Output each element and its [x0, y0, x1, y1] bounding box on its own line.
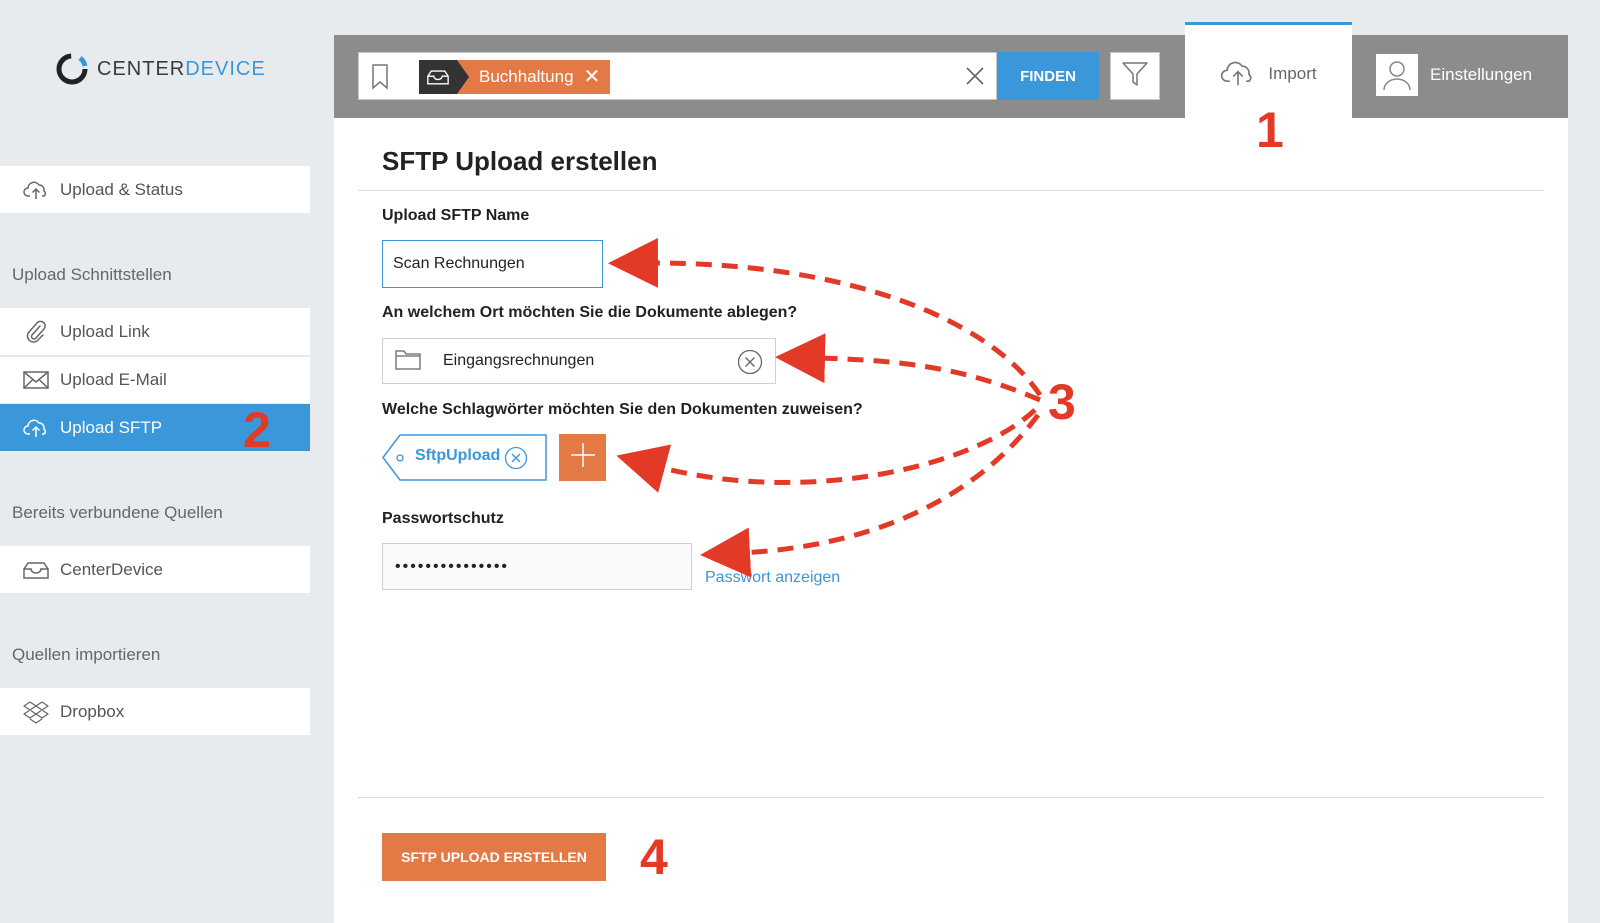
- arrow-to-name: [608, 237, 1043, 397]
- annotation-arrows: [608, 237, 1043, 578]
- annotation-number-1: 1: [1256, 102, 1284, 158]
- arrow-to-location: [775, 333, 1041, 403]
- annotation-number-3: 3: [1048, 374, 1076, 430]
- arrow-to-keywords: [616, 408, 1037, 493]
- annotation-number-2: 2: [243, 402, 271, 458]
- annotation-number-4: 4: [640, 829, 668, 885]
